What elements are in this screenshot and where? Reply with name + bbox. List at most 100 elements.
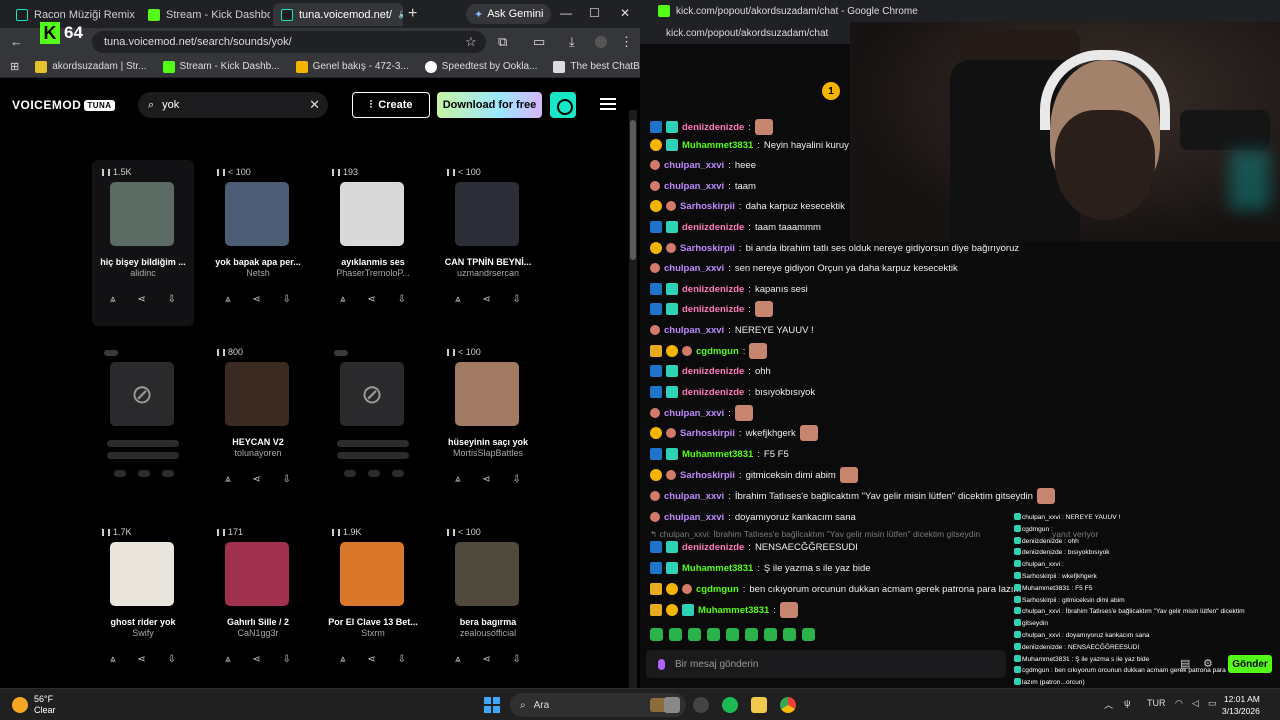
sound-author[interactable]: tolunayoren	[207, 448, 309, 458]
sound-card[interactable]: 171 Gahırlı Sille / 2 CaN1gg3r ⩓ ⋖ ⇩	[207, 520, 309, 686]
emote-9-icon[interactable]	[802, 628, 815, 641]
waveform-icon[interactable]: ⩓	[455, 474, 461, 485]
sound-card[interactable]: 193 ayıklanmis ses PhaserTremoloP... ⩓ ⋖ ⇩	[322, 160, 424, 326]
chat-username[interactable]: Muhammet3831	[682, 449, 753, 460]
sound-title[interactable]: bera bagırma	[437, 617, 539, 627]
system-clock[interactable]: 12:01 AM 3/13/2026	[1222, 693, 1260, 717]
emote-3-icon[interactable]	[688, 628, 701, 641]
chat-username[interactable]: deniizdenizde	[682, 284, 744, 295]
sound-thumbnail[interactable]	[225, 542, 289, 606]
sound-author[interactable]: CaN1gg3r	[207, 628, 309, 638]
tray-chevron-icon[interactable]: ︿	[1104, 698, 1113, 711]
share-icon[interactable]: ⋖	[252, 654, 260, 665]
sound-author[interactable]: zealousofficial	[437, 628, 539, 638]
share-icon[interactable]: ⋖	[252, 294, 260, 305]
sound-thumbnail[interactable]	[225, 362, 289, 426]
download-cloud-icon[interactable]: ⇩	[513, 654, 521, 665]
download-cloud-icon[interactable]: ⇩	[398, 294, 406, 305]
file-explorer-icon[interactable]	[751, 697, 767, 713]
sound-card[interactable]: 1.9K Por El Clave 13 Bet... Stxrm ⩓ ⋖ ⇩	[322, 520, 424, 686]
sound-author[interactable]: MortisSlapBattles	[437, 448, 539, 458]
sound-card[interactable]: < 100 bera bagırma zealousofficial ⩓ ⋖ ⇩	[437, 520, 539, 686]
sound-title[interactable]: Gahırlı Sille / 2	[207, 617, 309, 627]
chat-username[interactable]: cgdmgun	[696, 346, 739, 357]
download-cloud-icon[interactable]: ⇩	[513, 294, 521, 305]
waveform-icon[interactable]: ⩓	[225, 474, 231, 485]
cast-icon[interactable]: ▭	[533, 34, 545, 50]
new-tab-button[interactable]: +	[408, 5, 417, 23]
sound-author[interactable]: PhaserTremoloP...	[322, 268, 424, 278]
emote-6-icon[interactable]	[745, 628, 758, 641]
user-avatar[interactable]	[550, 92, 576, 118]
weather-widget[interactable]: 56°F Clear	[12, 694, 56, 716]
chat-message-input[interactable]: Bir mesaj gönderin	[646, 650, 1006, 678]
bookmark-kick[interactable]: Stream - Kick Dashb...	[162, 60, 280, 73]
share-icon[interactable]: ⋖	[482, 474, 490, 485]
emote-5-icon[interactable]	[726, 628, 739, 641]
sound-thumbnail[interactable]	[110, 182, 174, 246]
share-icon[interactable]: ⋖	[367, 654, 375, 665]
maximize-button[interactable]: ☐	[589, 6, 600, 20]
menu-kebab-icon[interactable]: ⋮	[620, 34, 633, 50]
share-icon[interactable]: ⋖	[137, 654, 145, 665]
task-view-icon[interactable]	[664, 697, 680, 713]
chat-username[interactable]: cgdmgun	[696, 584, 739, 595]
download-cloud-icon[interactable]: ⇩	[283, 294, 291, 305]
sound-title[interactable]: yok bapak apa per...	[207, 257, 309, 267]
sound-title[interactable]: hüseyinin saçı yok	[437, 437, 539, 447]
chat-username[interactable]: chulpan_xxvi	[664, 160, 724, 171]
battery-icon[interactable]: ▭	[1208, 698, 1217, 709]
profile-avatar[interactable]	[595, 36, 607, 48]
sound-search-input[interactable]: ⌕ yok ✕	[138, 92, 328, 118]
apps-grid-icon[interactable]: ⊞	[10, 60, 19, 73]
chat-username[interactable]: deniizdenizde	[682, 304, 744, 315]
waveform-icon[interactable]: ⩓	[455, 654, 461, 665]
chat-username[interactable]: deniizdenizde	[682, 387, 744, 398]
emote-7-icon[interactable]	[764, 628, 777, 641]
chat-username[interactable]: chulpan_xxvi	[664, 263, 724, 274]
chat-username[interactable]: chulpan_xxvi	[664, 325, 724, 336]
bookmark-star-icon[interactable]: ☆	[465, 34, 477, 50]
scrollbar-thumb[interactable]	[630, 120, 636, 260]
chat-username[interactable]: deniizdenizde	[682, 222, 744, 233]
volume-icon[interactable]: ◁	[1192, 698, 1199, 709]
chat-username[interactable]: chulpan_xxvi	[664, 408, 724, 419]
bookmark-chatbot[interactable]: The best ChatBot an...	[553, 60, 640, 73]
sound-thumbnail[interactable]	[455, 362, 519, 426]
spotify-icon[interactable]	[722, 697, 738, 713]
obs-icon[interactable]	[693, 697, 709, 713]
share-icon[interactable]: ⋖	[482, 654, 490, 665]
sound-thumbnail[interactable]	[110, 542, 174, 606]
waveform-icon[interactable]: ⩓	[110, 294, 116, 305]
voicemod-logo[interactable]: VOICEMOD TUNA	[12, 98, 115, 112]
sound-author[interactable]: Netsh	[207, 268, 309, 278]
sound-card[interactable]: 1.7K ghost rider yok Swify ⩓ ⋖ ⇩	[92, 520, 194, 686]
download-for-free-button[interactable]: Download for free	[437, 92, 542, 118]
sound-author[interactable]: alidinc	[92, 268, 194, 278]
share-icon[interactable]: ⋖	[252, 474, 260, 485]
chat-username[interactable]: Sarhoskirpii	[680, 470, 735, 481]
chat-username[interactable]: chulpan_xxvi	[664, 491, 724, 502]
hamburger-menu-icon[interactable]	[600, 98, 616, 110]
back-arrow-icon[interactable]: ←	[10, 34, 23, 49]
windows-start-icon[interactable]	[484, 697, 500, 713]
chat-username[interactable]: Sarhoskirpii	[680, 201, 735, 212]
chrome-icon[interactable]	[780, 697, 796, 713]
download-cloud-icon[interactable]: ⇩	[283, 474, 291, 485]
download-cloud-icon[interactable]: ⇩	[168, 294, 176, 305]
chat-url-bar[interactable]: kick.com/popout/akordsuzadam/chat	[640, 22, 850, 44]
emote-4-icon[interactable]	[707, 628, 720, 641]
chat-username[interactable]: Muhammet3831	[698, 605, 769, 616]
sound-card[interactable]: < 100 hüseyinin saçı yok MortisSlapBattles…	[437, 340, 539, 506]
extensions-icon[interactable]: ⧉	[498, 34, 507, 50]
sound-card[interactable]: 800 HEYCAN V2 tolunayoren ⩓ ⋖ ⇩	[207, 340, 309, 506]
sound-title[interactable]: Por El Clave 13 Bet...	[322, 617, 424, 627]
chat-username[interactable]: chulpan_xxvi	[664, 512, 724, 523]
sound-author[interactable]: uzmandrsercan	[437, 268, 539, 278]
sound-thumbnail[interactable]	[340, 182, 404, 246]
download-cloud-icon[interactable]: ⇩	[283, 654, 291, 665]
sound-thumbnail[interactable]	[455, 542, 519, 606]
bookmark-genel[interactable]: Genel bakış - 472-3...	[295, 60, 409, 73]
tab-kick-dashboard[interactable]: Stream - Kick Dashboar ✕	[140, 3, 270, 26]
minimize-button[interactable]: —	[560, 6, 572, 20]
